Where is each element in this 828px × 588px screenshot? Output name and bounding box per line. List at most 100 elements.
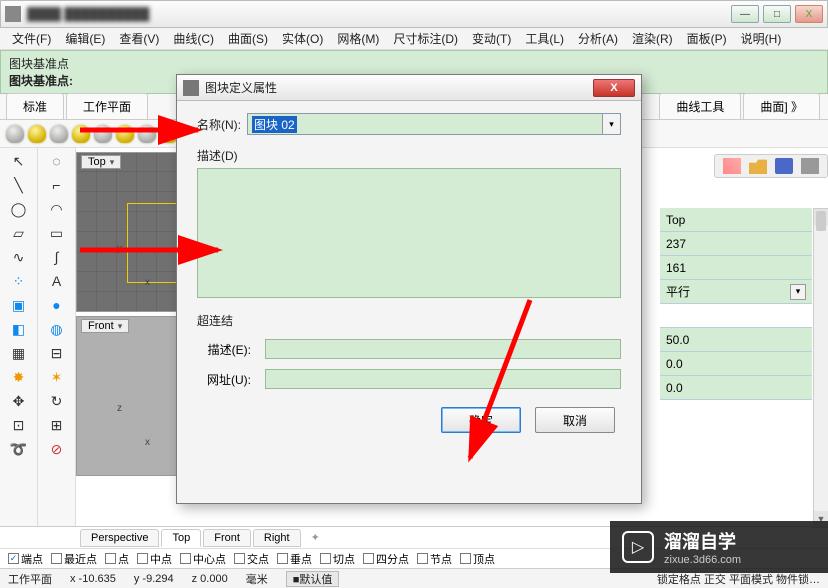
menu-render[interactable]: 渲染(R): [626, 28, 679, 49]
save-icon[interactable]: [775, 158, 793, 174]
link-description-input[interactable]: [265, 339, 621, 359]
cylinder-icon[interactable]: ◍: [48, 320, 66, 338]
name-input[interactable]: 图块 02 ▾: [247, 113, 621, 135]
osnap-end[interactable]: ✓端点: [8, 551, 43, 567]
osnap-vertex[interactable]: 顶点: [460, 551, 495, 567]
osnap-point[interactable]: 点: [105, 551, 129, 567]
dialog-titlebar[interactable]: 图块定义属性 X: [177, 75, 641, 101]
polygon-icon[interactable]: ▱: [10, 224, 28, 242]
rect-icon[interactable]: ▭: [48, 224, 66, 242]
chevron-down-icon[interactable]: ▾: [602, 114, 620, 134]
osnap-knot[interactable]: 节点: [417, 551, 452, 567]
text-icon[interactable]: A: [48, 272, 66, 290]
wand-icon[interactable]: [723, 158, 741, 174]
vtab-right[interactable]: Right: [253, 529, 301, 547]
points-icon[interactable]: ⁘: [10, 272, 28, 290]
folder-icon[interactable]: [749, 158, 767, 174]
pointer-icon[interactable]: ↖: [10, 152, 28, 170]
menu-panels[interactable]: 面板(P): [681, 28, 733, 49]
osnap-center[interactable]: 中心点: [180, 551, 226, 567]
bulb-icon[interactable]: [28, 125, 46, 143]
circle-icon[interactable]: ◯: [10, 200, 28, 218]
osnap-tan[interactable]: 切点: [320, 551, 355, 567]
bulb-icon[interactable]: [50, 125, 68, 143]
ok-button[interactable]: 确定: [441, 407, 521, 433]
watermark-url: zixue.3d66.com: [664, 554, 741, 566]
viewport-top-label[interactable]: Top: [81, 155, 121, 169]
osnap-mid[interactable]: 中点: [137, 551, 172, 567]
menu-solid[interactable]: 实体(O): [276, 28, 329, 49]
osnap-quad[interactable]: 四分点: [363, 551, 409, 567]
status-cplane: 工作平面: [8, 571, 52, 587]
line-icon[interactable]: ╲: [10, 176, 28, 194]
scrollbar[interactable]: ▲ ▼: [813, 208, 828, 528]
arc-icon[interactable]: ◠: [48, 200, 66, 218]
description-label: 描述(D): [197, 147, 621, 164]
move-icon[interactable]: ✥: [10, 392, 28, 410]
vtab-perspective[interactable]: Perspective: [80, 529, 159, 547]
menu-view[interactable]: 查看(V): [113, 28, 165, 49]
lasso-icon[interactable]: ◌: [48, 152, 66, 170]
star-icon[interactable]: ✸: [10, 368, 28, 386]
tab-curve-tools[interactable]: 曲线工具: [659, 93, 741, 119]
rotate-icon[interactable]: ↻: [48, 392, 66, 410]
bulb-icon[interactable]: [6, 125, 24, 143]
bulb-icon[interactable]: [116, 125, 134, 143]
explode-icon[interactable]: ✶: [48, 368, 66, 386]
minimize-button[interactable]: —: [731, 5, 759, 23]
vtab-top[interactable]: Top: [161, 529, 201, 547]
sphere-icon[interactable]: ●: [48, 296, 66, 314]
spiral-icon[interactable]: ➰: [10, 440, 28, 458]
scroll-thumb[interactable]: [816, 211, 826, 231]
bulb-icon[interactable]: [94, 125, 112, 143]
name-label: 名称(N):: [197, 116, 241, 133]
dialog-close-button[interactable]: X: [593, 79, 635, 97]
menu-file[interactable]: 文件(F): [6, 28, 57, 49]
cube-icon[interactable]: ◧: [10, 320, 28, 338]
group-icon[interactable]: ⊡: [10, 416, 28, 434]
prop-row: 237: [660, 232, 812, 256]
dim-icon[interactable]: ⊟: [48, 344, 66, 362]
osnap-near[interactable]: 最近点: [51, 551, 97, 567]
curve2-icon[interactable]: ∫: [48, 248, 66, 266]
menu-dimension[interactable]: 尺寸标注(D): [387, 28, 464, 49]
bulb-icon[interactable]: [72, 125, 90, 143]
chevron-down-icon[interactable]: ▾: [790, 284, 806, 300]
cancel-button[interactable]: 取消: [535, 407, 615, 433]
osnap-perp[interactable]: 垂点: [277, 551, 312, 567]
maximize-button[interactable]: □: [763, 5, 791, 23]
watermark-brand: 溜溜自学: [664, 528, 741, 554]
menu-curve[interactable]: 曲线(C): [167, 28, 220, 49]
curve-icon[interactable]: ∿: [10, 248, 28, 266]
description-textarea[interactable]: [197, 168, 621, 298]
window-titlebar: ████ ██████████ — □ X: [0, 0, 828, 28]
axis-x-label: x: [145, 277, 150, 288]
box-icon[interactable]: ▣: [10, 296, 28, 314]
link-url-input[interactable]: [265, 369, 621, 389]
menu-transform[interactable]: 变动(T): [466, 28, 517, 49]
add-viewport-button[interactable]: ✦: [303, 529, 328, 546]
polyline-icon[interactable]: ⌐: [48, 176, 66, 194]
menu-surface[interactable]: 曲面(S): [222, 28, 274, 49]
menu-analyze[interactable]: 分析(A): [572, 28, 624, 49]
mesh-icon[interactable]: ▦: [10, 344, 28, 362]
menu-bar: 文件(F) 编辑(E) 查看(V) 曲线(C) 曲面(S) 实体(O) 网格(M…: [0, 28, 828, 50]
dropdown-icon[interactable]: [801, 158, 819, 174]
window-close-button[interactable]: X: [795, 5, 823, 23]
menu-help[interactable]: 说明(H): [735, 28, 788, 49]
status-layer[interactable]: ■默认值: [286, 571, 340, 587]
menu-tools[interactable]: 工具(L): [519, 28, 570, 49]
menu-mesh[interactable]: 网格(M): [331, 28, 385, 49]
bulb-icon[interactable]: [138, 125, 156, 143]
tab-surface-tools[interactable]: 曲面] 》: [743, 93, 820, 119]
vtab-front[interactable]: Front: [203, 529, 251, 547]
axis-x-label: x: [145, 437, 150, 448]
delete-icon[interactable]: ⊘: [48, 440, 66, 458]
osnap-int[interactable]: 交点: [234, 551, 269, 567]
app-icon: [5, 6, 21, 22]
tab-cplane[interactable]: 工作平面: [66, 93, 148, 119]
tab-standard[interactable]: 标准: [6, 93, 64, 119]
array-icon[interactable]: ⊞: [48, 416, 66, 434]
viewport-front-label[interactable]: Front: [81, 319, 129, 333]
menu-edit[interactable]: 编辑(E): [59, 28, 111, 49]
